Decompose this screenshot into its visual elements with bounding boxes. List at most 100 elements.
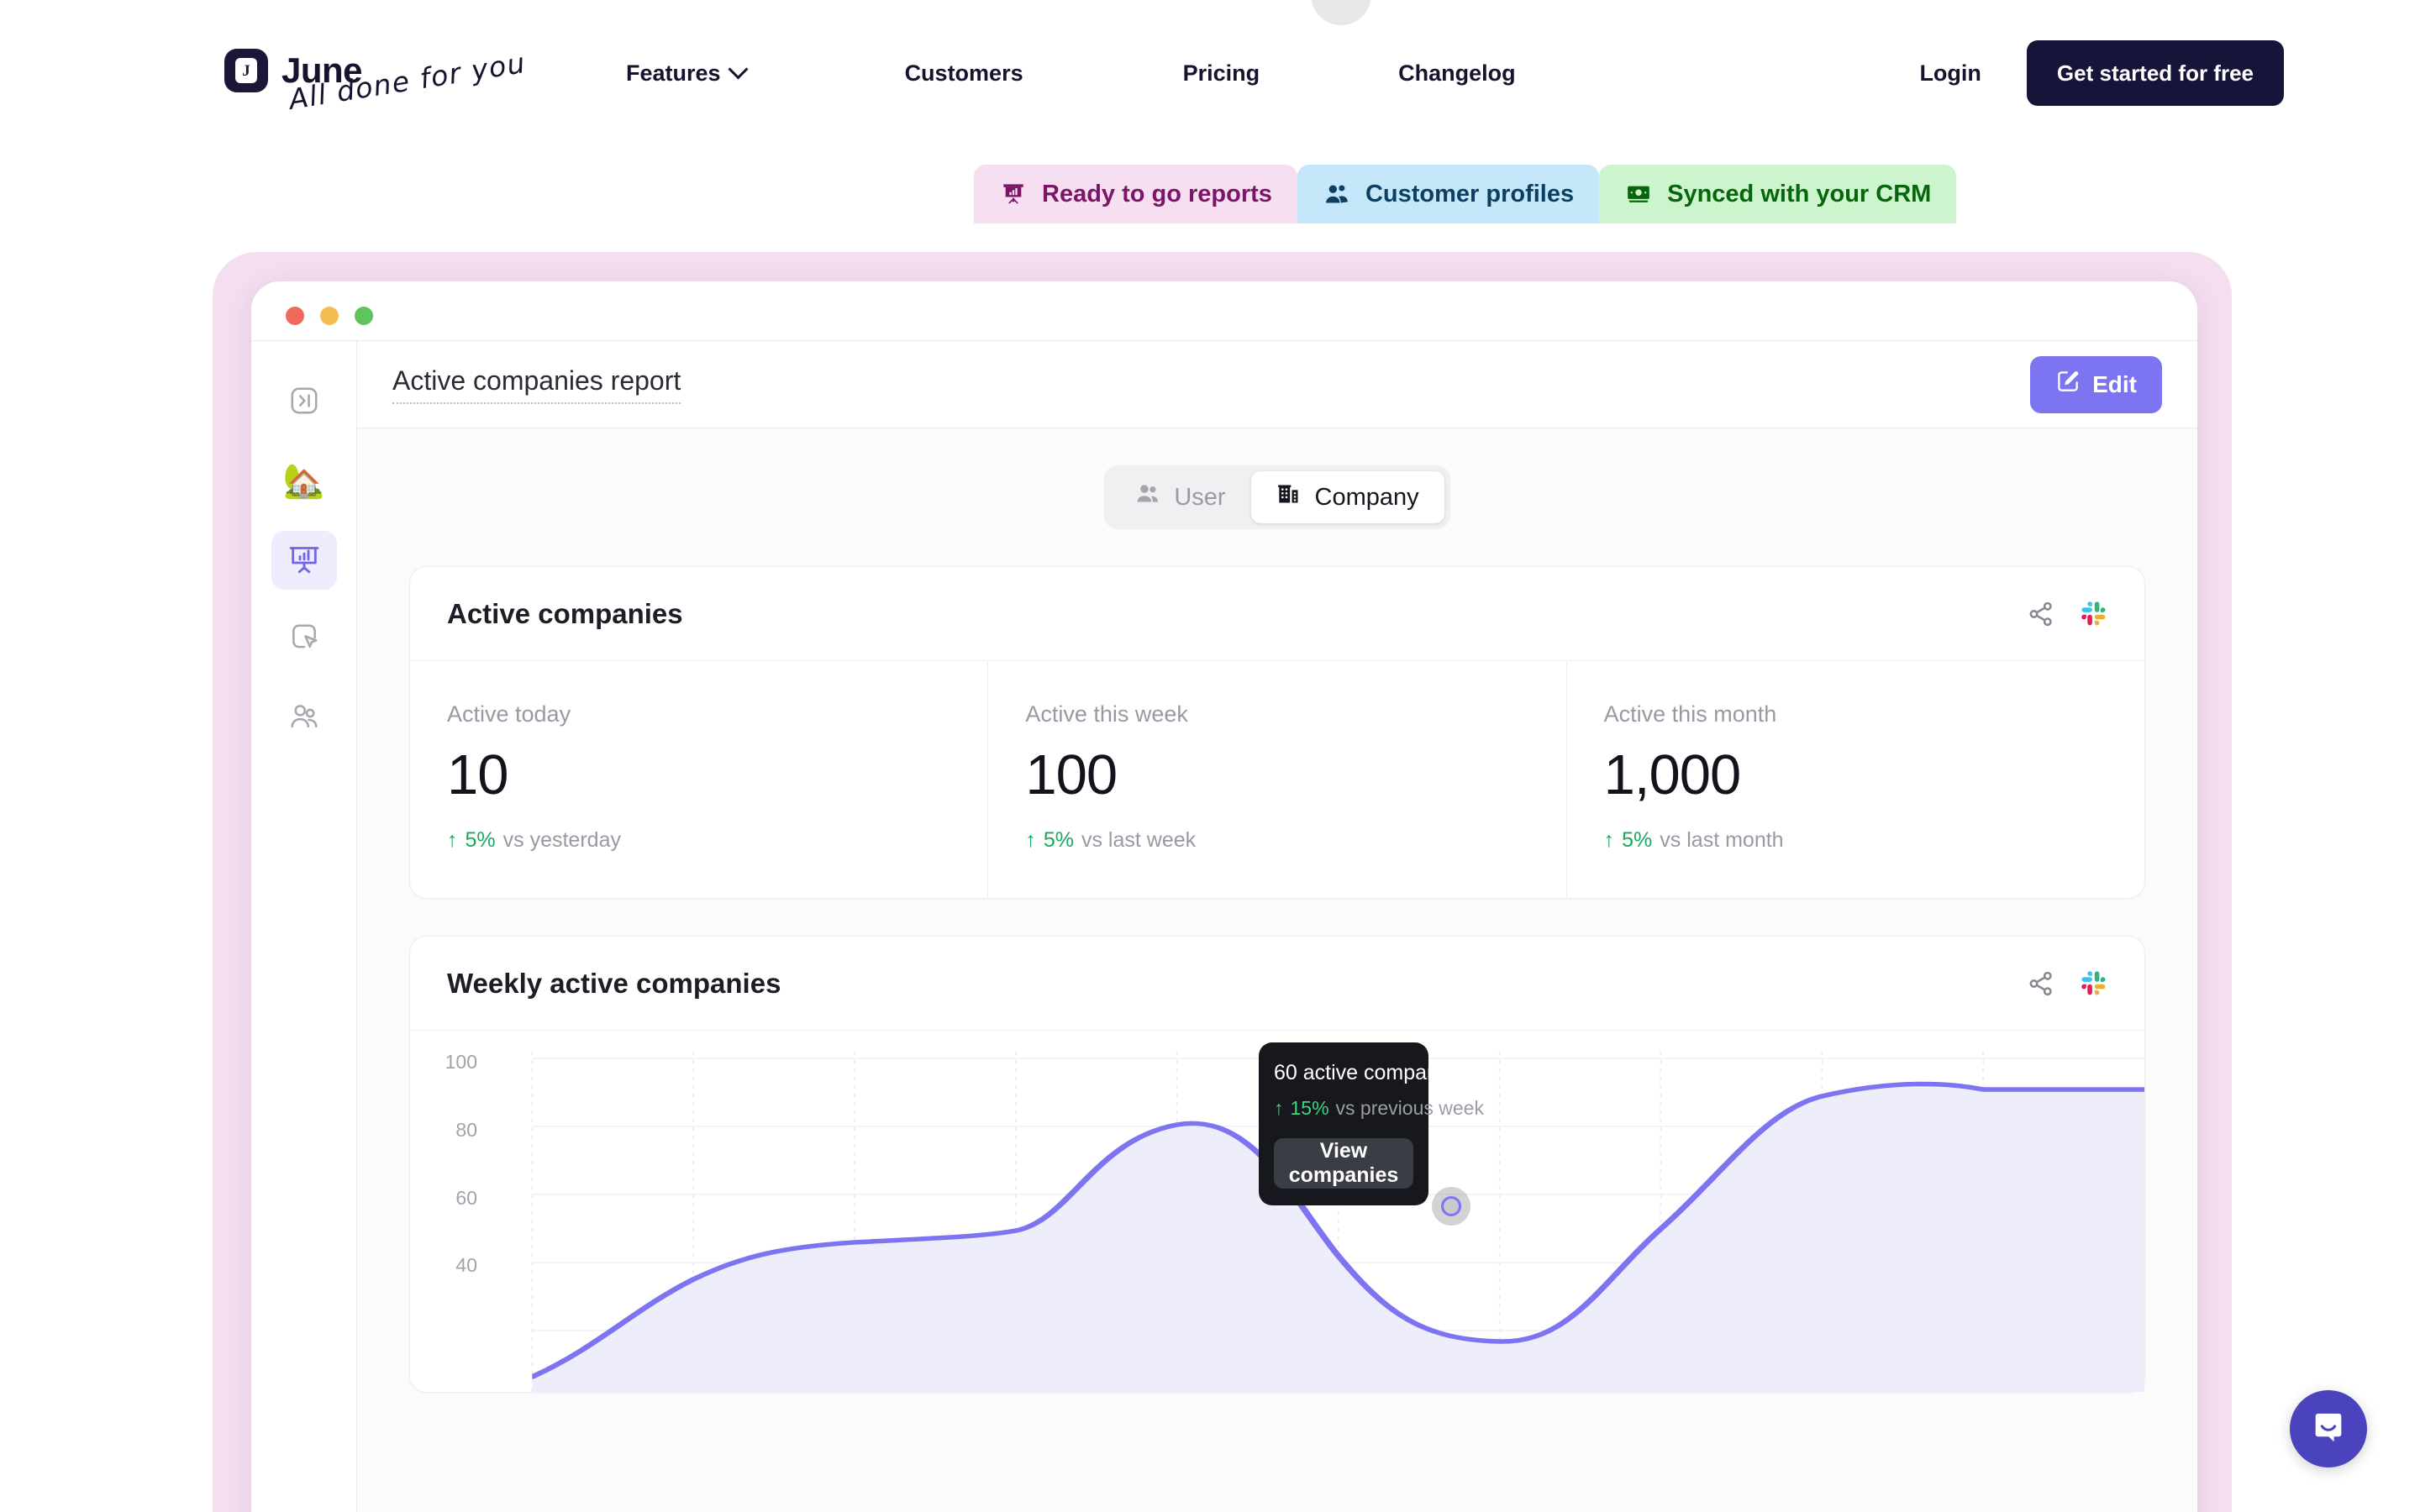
house-emoji-icon: 🏡 (282, 463, 325, 500)
edit-button[interactable]: Edit (2030, 355, 2162, 413)
metric-delta-suffix: vs last month (1660, 828, 1784, 853)
view-companies-button[interactable]: View companies (1274, 1138, 1413, 1189)
sidebar-item-audiences[interactable] (271, 689, 337, 748)
brand-logo[interactable]: J June (224, 49, 363, 92)
tab-synced-with-your-crm[interactable]: Synced with your CRM (1599, 165, 1957, 223)
chart-tooltip: 60 active companies ↑ 15% vs previous we… (1259, 1042, 1484, 1206)
weekly-active-companies-card-header: Weekly active companies (410, 937, 2144, 1032)
window-close-dot[interactable] (286, 307, 304, 325)
chart-tooltip-delta-value: 15% (1290, 1097, 1329, 1120)
user-company-toggle: User Company (1104, 465, 1450, 529)
nav-item-features-label: Features (626, 60, 721, 86)
sidebar-item-home[interactable]: 🏡 (271, 452, 337, 511)
chevron-down-icon (728, 59, 749, 80)
segment-option-company-label: Company (1314, 483, 1419, 511)
weekly-active-companies-card: Weekly active companies 100 80 60 40 60 … (409, 936, 2145, 1394)
brand-name: June (281, 50, 363, 90)
weekly-active-companies-title: Weekly active companies (447, 967, 781, 999)
active-companies-card-actions (2027, 600, 2107, 628)
metric-delta: ↑ 5% vs last week (1025, 828, 1528, 853)
metric-delta: ↑ 5% vs last month (1604, 828, 2107, 853)
nav-item-features[interactable]: Features (626, 59, 749, 87)
arrow-up-icon: ↑ (447, 828, 458, 853)
metric-label: Active today (447, 701, 571, 727)
login-link[interactable]: Login (1919, 60, 1981, 87)
chart-tooltip-title: 60 active companies (1274, 1061, 1465, 1085)
sidebar-item-events[interactable] (271, 610, 337, 669)
metric-active-this-month: Active this month 1,000 ↑ 5% vs last mon… (1567, 661, 2144, 898)
window-minimize-dot[interactable] (320, 307, 339, 325)
page-title[interactable]: Active companies report (392, 365, 681, 404)
chat-bubble-icon (2309, 1408, 2348, 1451)
metric-delta-value: 5% (465, 828, 496, 853)
weekly-active-companies-card-actions (2027, 969, 2107, 998)
presentation-chart-icon (999, 181, 1028, 207)
app-body: 🏡 Active companies report Edit User Comp… (251, 340, 2197, 1512)
nav-item-pricing[interactable]: Pricing (1183, 60, 1260, 87)
tab-customer-profiles[interactable]: Customer profiles (1297, 165, 1600, 223)
nav-links: Features Customers Pricing Changelog (626, 59, 1516, 87)
metric-delta-suffix: vs yesterday (502, 828, 621, 853)
share-icon[interactable] (2027, 969, 2055, 998)
metric-value: 10 (447, 743, 509, 806)
app-sidebar: 🏡 (251, 341, 357, 1512)
chart-tooltip-delta-suffix: vs previous week (1335, 1097, 1484, 1120)
metric-active-this-week: Active this week 100 ↑ 5% vs last week (988, 661, 1567, 899)
users-icon (1135, 483, 1160, 512)
metric-delta-suffix: vs last week (1081, 828, 1197, 853)
nav-item-changelog[interactable]: Changelog (1398, 60, 1516, 87)
tab-ready-to-go-reports-label: Ready to go reports (1042, 180, 1272, 207)
window-maximize-dot[interactable] (355, 307, 373, 325)
segment-option-user-label: User (1174, 483, 1226, 511)
metrics-row: Active today 10 ↑ 5% vs yesterday Active… (410, 661, 2144, 899)
metric-delta-value: 5% (1622, 828, 1653, 853)
sidebar-item-reports[interactable] (271, 531, 337, 590)
presentation-chart-icon (287, 542, 321, 580)
tab-synced-with-your-crm-label: Synced with your CRM (1667, 180, 1932, 207)
intercom-launcher[interactable] (2290, 1390, 2367, 1467)
chevron-right-bar-icon (288, 385, 320, 421)
nav-actions: Login Get started for free (1919, 40, 2284, 106)
users-icon (288, 701, 320, 737)
segment-option-user[interactable]: User (1110, 471, 1250, 523)
active-companies-card-header: Active companies (410, 567, 2144, 661)
june-logo-icon: J (224, 49, 268, 92)
app-main: Active companies report Edit User Compan… (357, 341, 2197, 1512)
tab-ready-to-go-reports[interactable]: Ready to go reports (974, 165, 1297, 223)
sidebar-item-collapse[interactable] (271, 373, 337, 432)
nav-item-customers[interactable]: Customers (905, 60, 1023, 87)
building-icon (1276, 482, 1302, 512)
edit-button-label: Edit (2092, 370, 2137, 397)
weekly-active-companies-chart[interactable]: 100 80 60 40 60 active companies ↑ 15% v… (410, 1031, 2144, 1393)
metric-delta: ↑ 5% vs yesterday (447, 828, 950, 853)
cursor-click-icon (288, 622, 320, 658)
metric-label: Active this week (1025, 701, 1188, 727)
slack-icon[interactable] (2081, 601, 2107, 627)
metric-delta-value: 5% (1043, 828, 1074, 853)
segmented-control-wrapper: User Company (357, 465, 2197, 529)
chart-tooltip-delta: ↑ 15% vs previous week (1274, 1097, 1484, 1120)
slack-icon[interactable] (2081, 970, 2107, 997)
metric-label: Active this month (1603, 701, 1777, 727)
active-companies-title: Active companies (447, 597, 683, 629)
metric-value: 100 (1025, 743, 1118, 806)
segment-option-company[interactable]: Company (1250, 471, 1444, 523)
metric-value: 1,000 (1603, 743, 1742, 806)
money-icon (1624, 181, 1653, 207)
active-companies-card: Active companies Active today 10 ↑ 5% vs… (409, 566, 2145, 900)
arrow-up-icon: ↑ (1274, 1097, 1284, 1120)
tab-customer-profiles-label: Customer profiles (1365, 180, 1575, 207)
people-icon (1323, 181, 1351, 207)
top-navigation: J June All done for you Features Custome… (0, 0, 2420, 160)
arrow-up-icon: ↑ (1603, 828, 1615, 853)
app-window: 🏡 Active companies report Edit User Comp… (251, 281, 2197, 1512)
report-scroll-area: User Company Active companies Active tod… (357, 428, 2197, 1512)
feature-tabs: Ready to go reports Customer profiles Sy… (974, 165, 1957, 223)
share-icon[interactable] (2027, 600, 2055, 628)
get-started-button[interactable]: Get started for free (2026, 40, 2284, 106)
report-header: Active companies report Edit (357, 341, 2197, 428)
edit-pencil-icon (2055, 369, 2081, 400)
chart-hover-point-dot (1441, 1196, 1461, 1217)
june-logo-glyph: J (235, 58, 257, 83)
metric-active-today: Active today 10 ↑ 5% vs yesterday (410, 661, 989, 899)
